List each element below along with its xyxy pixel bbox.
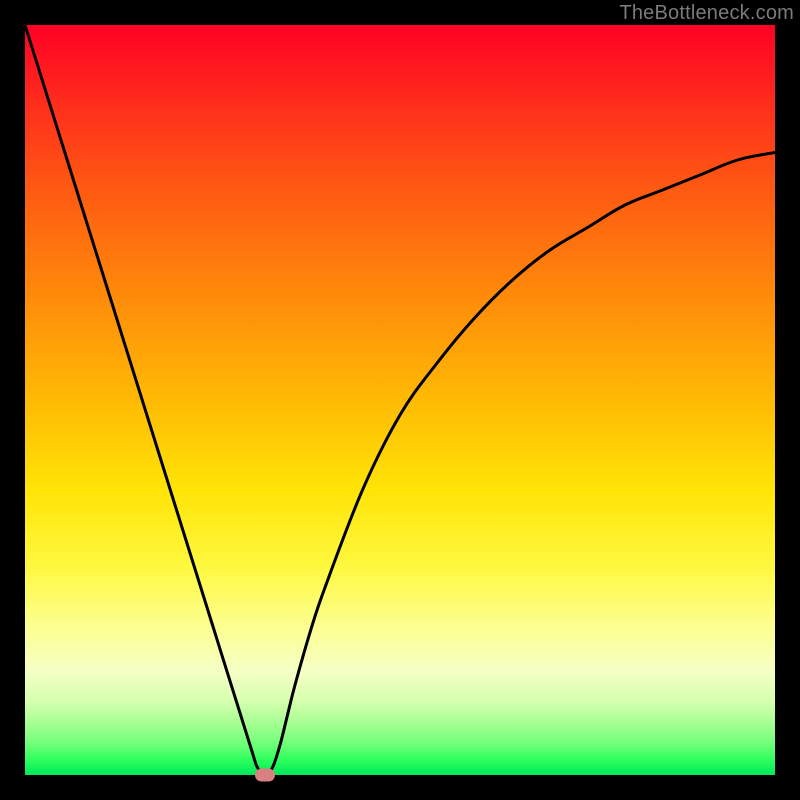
optimum-marker <box>255 769 275 782</box>
plot-area <box>25 25 775 775</box>
watermark-text: TheBottleneck.com <box>619 2 794 25</box>
chart-frame: TheBottleneck.com <box>0 0 800 800</box>
bottleneck-curve <box>25 25 775 775</box>
curve-layer <box>25 25 775 775</box>
